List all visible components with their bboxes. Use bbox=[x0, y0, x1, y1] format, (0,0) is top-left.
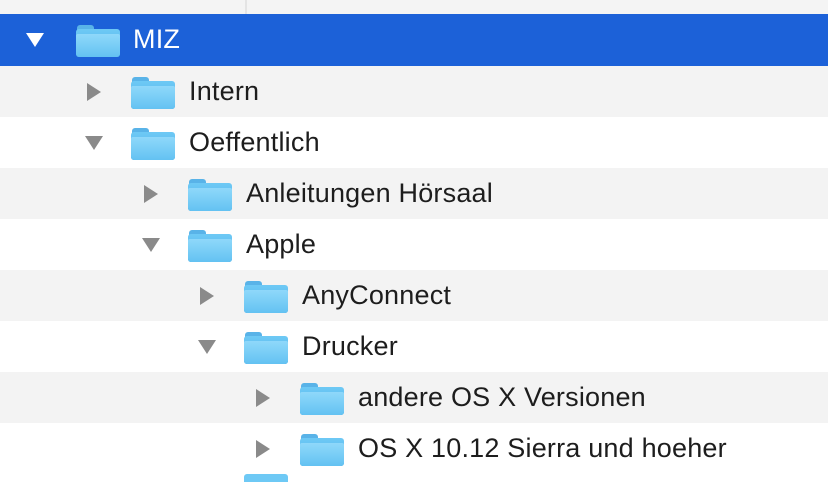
disclosure-triangle-right-icon[interactable] bbox=[140, 168, 162, 219]
tree-row-label: OS X 10.12 Sierra und hoeher bbox=[358, 433, 727, 463]
tree-row-os-x-10-12-sierra[interactable]: OS X 10.12 Sierra und hoeher bbox=[0, 423, 828, 474]
folder-icon bbox=[188, 230, 232, 262]
folder-icon-partial bbox=[244, 474, 288, 482]
tree-row-miz[interactable]: MIZ bbox=[0, 14, 828, 66]
tree-row-label: MIZ bbox=[133, 24, 181, 54]
disclosure-triangle-right-icon[interactable] bbox=[83, 66, 105, 117]
folder-icon bbox=[76, 25, 120, 57]
column-divider bbox=[245, 0, 247, 14]
partial-row-top bbox=[0, 0, 828, 14]
tree-row-anleitungen-hoersaal[interactable]: Anleitungen Hörsaal bbox=[0, 168, 828, 219]
tree-row-label: Oeffentlich bbox=[189, 127, 320, 157]
tree-row-andere-os-x-versionen[interactable]: andere OS X Versionen bbox=[0, 372, 828, 423]
tree-row-drucker[interactable]: Drucker bbox=[0, 321, 828, 372]
finder-folder-tree: MIZ Intern Oeffentlich Anleitungen Hörsa… bbox=[0, 0, 828, 482]
folder-icon bbox=[244, 332, 288, 364]
disclosure-triangle-right-icon[interactable] bbox=[196, 270, 218, 321]
folder-icon bbox=[188, 179, 232, 211]
tree-row-label: Apple bbox=[246, 229, 317, 259]
disclosure-triangle-down-icon[interactable] bbox=[24, 14, 46, 65]
tree-row-label: Drucker bbox=[302, 331, 398, 361]
folder-icon bbox=[300, 383, 344, 415]
folder-icon bbox=[300, 434, 344, 466]
tree-row-intern[interactable]: Intern bbox=[0, 66, 828, 117]
folder-icon bbox=[244, 281, 288, 313]
folder-icon bbox=[131, 77, 175, 109]
tree-row-label: Anleitungen Hörsaal bbox=[246, 178, 493, 208]
tree-row-apple[interactable]: Apple bbox=[0, 219, 828, 270]
tree-row-label: andere OS X Versionen bbox=[358, 382, 646, 412]
tree-row-label: Intern bbox=[189, 76, 260, 106]
tree-row-label: AnyConnect bbox=[302, 280, 452, 310]
folder-icon bbox=[131, 128, 175, 160]
disclosure-triangle-right-icon[interactable] bbox=[252, 372, 274, 423]
disclosure-triangle-right-icon[interactable] bbox=[252, 423, 274, 474]
tree-row-anyconnect[interactable]: AnyConnect bbox=[0, 270, 828, 321]
tree-row-oeffentlich[interactable]: Oeffentlich bbox=[0, 117, 828, 168]
disclosure-triangle-down-icon[interactable] bbox=[196, 321, 218, 372]
disclosure-triangle-down-icon[interactable] bbox=[83, 117, 105, 168]
disclosure-triangle-down-icon[interactable] bbox=[140, 219, 162, 270]
